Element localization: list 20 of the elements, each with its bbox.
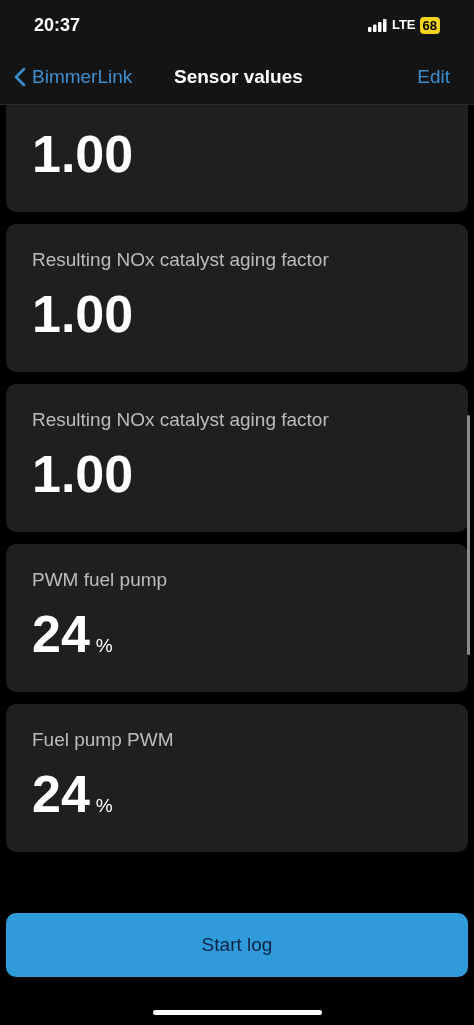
- back-chevron-icon: [14, 67, 26, 87]
- screen-title: Sensor values: [174, 64, 303, 89]
- sensor-label: PWM fuel pump: [32, 569, 168, 590]
- sensor-label: Fuel pump PWM: [32, 729, 174, 750]
- back-link[interactable]: BimmerLink: [14, 62, 133, 92]
- edit-link[interactable]: Edit: [417, 62, 460, 92]
- start-log-button[interactable]: Start log: [6, 913, 468, 977]
- sensor-label: Resulting NOx catalyst aging factor: [32, 409, 329, 430]
- signal-icon: [367, 18, 388, 32]
- network-label: LTE: [391, 16, 416, 35]
- status-time: 20:37: [34, 13, 81, 37]
- sensor-value: 1.00: [32, 284, 134, 345]
- sensor-value: 24: [32, 604, 90, 665]
- battery-level: 68: [419, 16, 440, 34]
- unit-label: %: [95, 634, 113, 658]
- sensor-value: 24: [32, 764, 90, 825]
- sensor-label: Resulting NOx catalyst aging factor: [32, 249, 329, 270]
- sensor-value: 1.00: [32, 124, 134, 185]
- unit-label: %: [95, 794, 113, 818]
- sensor-value: 1.00: [32, 444, 134, 505]
